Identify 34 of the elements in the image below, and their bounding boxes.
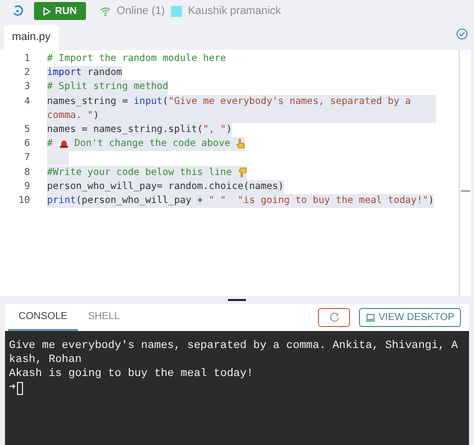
line-number: 5 [23,123,31,138]
console-line: Akash is going to buy the meal today! [9,367,254,381]
pointing-hand-icon [236,138,246,150]
line-number: 9 [23,180,31,194]
text-cursor [16,382,23,394]
wifi-icon [100,6,111,16]
prompt-symbol: ➜ [9,381,16,395]
code-line[interactable]: # Import the random module here [47,52,226,66]
line-number: 8 [23,166,31,180]
circular-arrow-icon [12,5,24,17]
run-button[interactable]: RUN [34,2,86,20]
scrollbar-thumb[interactable] [461,190,470,192]
line-number: 4 [23,94,31,109]
console-line: Give me everybody's names, separated by a comma. Ankita, Shivangi, Akash, Rohan [9,339,459,367]
line-number: 3 [23,80,31,94]
file-tab[interactable]: main.py [4,25,59,50]
laptop-icon [366,314,375,322]
pointing-hand-icon [238,166,247,178]
user-name: Kaushik pramanick [188,4,281,19]
resize-handle[interactable] [228,299,246,301]
play-icon [43,6,51,16]
refresh-button[interactable] [318,308,350,327]
line-number: 10 [17,194,31,208]
view-desktop-button[interactable]: VIEW DESKTOP [359,308,461,327]
siren-icon [58,139,69,148]
online-status: Online (1) [116,4,165,19]
line-number: 6 [23,137,31,152]
line-number: 2 [23,66,31,80]
console-tab[interactable]: SHELL [78,304,130,331]
code-editor[interactable] [0,50,458,296]
check-circle-icon [456,28,468,40]
refresh-icon [328,312,340,323]
line-number: 1 [23,52,31,66]
line-number: 7 [23,151,31,166]
